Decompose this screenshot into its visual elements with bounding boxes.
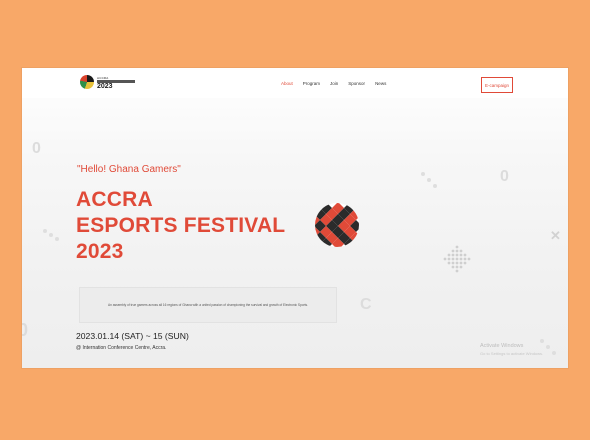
nav-item-join[interactable]: Join xyxy=(330,81,338,86)
hero-description-box: An assembly of true gamers across all 16… xyxy=(79,287,337,323)
nav-item-news[interactable]: News xyxy=(375,81,386,86)
zero-glyph-icon: 0 xyxy=(500,168,509,185)
os-activation-watermark-title: Activate Windows xyxy=(480,343,524,349)
hero-title: ACCRA ESPORTS FESTIVAL 2023 xyxy=(76,187,285,265)
os-activation-watermark-subtitle: Go to Settings to activate Windows. xyxy=(480,351,544,356)
nav-item-about[interactable]: About xyxy=(281,81,293,86)
main-menu: About Program Join Sponsor News xyxy=(281,81,386,86)
hero-description: An assembly of true gamers across all 16… xyxy=(107,303,309,307)
e-campaign-button[interactable]: E-campaign xyxy=(481,77,513,93)
logo-emblem-icon xyxy=(80,75,94,89)
logo-year: 2023 xyxy=(97,83,113,90)
browser-viewport: ACCRA 2023 About Program Join Sponsor Ne… xyxy=(22,68,568,368)
zero-glyph-icon: 0 xyxy=(32,140,41,157)
event-venue: @ Internation Conference Centre, Accra. xyxy=(76,345,167,351)
top-navigation: ACCRA 2023 About Program Join Sponsor Ne… xyxy=(22,68,568,98)
event-date: 2023.01.14 (SAT) ~ 15 (SUN) xyxy=(76,331,189,341)
diamond-dot-pattern-icon xyxy=(443,245,471,273)
hero-title-line: 2023 xyxy=(76,240,124,263)
hero-title-line: ACCRA xyxy=(76,188,153,211)
dots-decoration-icon xyxy=(421,172,437,188)
hero-title-line: ESPORTS FESTIVAL xyxy=(76,214,286,237)
c-glyph-icon: C xyxy=(360,296,372,313)
zero-glyph-icon: 0 xyxy=(22,320,29,340)
hero-greeting: "Hello! Ghana Gamers" xyxy=(77,164,181,175)
dots-decoration-icon xyxy=(43,229,59,241)
cross-glyph-icon: ✕ xyxy=(550,228,561,243)
site-logo[interactable]: ACCRA 2023 xyxy=(80,74,140,92)
festival-emblem-icon xyxy=(315,203,359,247)
nav-item-sponsor[interactable]: Sponsor xyxy=(348,81,365,86)
nav-item-program[interactable]: Program xyxy=(303,81,320,86)
